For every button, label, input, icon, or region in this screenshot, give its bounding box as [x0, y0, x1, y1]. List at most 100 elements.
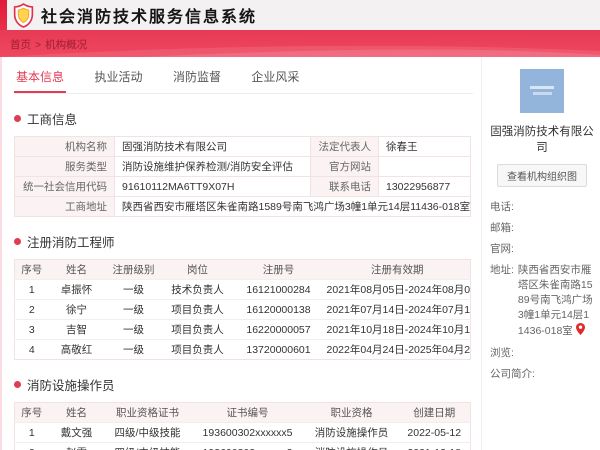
tab-bar: 基本信息 执业活动 消防监督 企业风采 — [14, 57, 473, 94]
field-value-address: 陕西省西安市雁塔区朱雀南路1589号南飞鸿广场3幢1单元14层11436-018… — [114, 196, 471, 217]
table-row: 服务类型 消防设施维护保养检测/消防安全评估 官方网站 — [14, 156, 471, 177]
section-title-text: 注册消防工程师 — [27, 236, 115, 250]
column-header: 证书编号 — [190, 402, 305, 423]
table-row: 统一社会信用代码 91610112MA6TT9X07H 联系电话 1302295… — [14, 176, 471, 197]
column-header: 职业资格 — [304, 402, 399, 423]
company-profile-field: 公司简介: — [490, 367, 594, 382]
tab-basic-info[interactable]: 基本信息 — [14, 66, 67, 93]
column-header: 注册有效期 — [324, 259, 471, 280]
table-cell: 16120000138 — [232, 299, 325, 320]
section-title-text: 消防设施操作员 — [27, 379, 115, 393]
table-row: 1 卓振怀 一级 技术负责人 16121000284 2021年08月05日-2… — [14, 279, 471, 300]
contact-fields: 电话: 邮箱: 官网: 地址: 陕西省西安市雁塔区朱雀南路1589号南飞鸿广场3… — [490, 200, 594, 382]
table-cell: 16220000057 — [232, 319, 325, 340]
views-field: 浏览: — [490, 346, 594, 361]
tab-practice-activities[interactable]: 执业活动 — [92, 66, 144, 91]
address-text: 陕西省西安市雁塔区朱雀南路1589号南飞鸿广场3幢1单元14层11436-018… — [122, 201, 471, 213]
table-cell: 高敬红 — [48, 339, 105, 360]
table-cell: 4 — [14, 339, 49, 360]
field-label: 统一社会信用代码 — [14, 176, 115, 197]
field-value: 陕西省西安市雁塔区朱雀南路1589号南飞鸿广场3幢1单元14层11436-018… — [518, 263, 594, 340]
table-row: 机构名称 固强消防技术有限公司 法定代表人 徐春王 — [14, 136, 471, 157]
app-header: 社会消防技术服务信息系统 — [0, 0, 600, 30]
table-cell: 1 — [14, 422, 49, 443]
breadcrumb-current: 机构概况 — [45, 39, 88, 51]
table-header-row: 序号 姓名 注册级别 岗位 注册号 注册有效期 — [14, 259, 471, 280]
location-pin-icon[interactable] — [575, 323, 585, 340]
table-cell: 一级 — [104, 339, 163, 360]
column-header: 职业资格证书 — [104, 402, 191, 423]
field-label: 浏览: — [490, 347, 514, 359]
tab-fire-supervision[interactable]: 消防监督 — [171, 66, 223, 91]
main-panel: 基本信息 执业活动 消防监督 企业风采 工商信息 机构名称 固强消防技术有限公司… — [2, 57, 481, 450]
table-cell: 四级/中级技能 — [104, 442, 191, 450]
table-cell: 赵霞 — [48, 442, 105, 450]
content-area: 基本信息 执业活动 消防监督 企业风采 工商信息 机构名称 固强消防技术有限公司… — [0, 57, 600, 450]
field-label: 机构名称 — [14, 136, 115, 157]
website-field: 官网: — [490, 242, 594, 257]
bullet-icon — [14, 381, 21, 388]
breadcrumb-home-link[interactable]: 首页 — [10, 39, 31, 51]
table-row: 1 戴文强 四级/中级技能 193600302xxxxxx5 消防设施操作员 2… — [14, 422, 471, 443]
field-label: 公司简介: — [490, 368, 535, 380]
table-cell: 一级 — [104, 299, 163, 320]
company-name: 固强消防技术有限公司 — [490, 126, 594, 154]
page: 社会消防技术服务信息系统 首页 > 机构概况 基本信息 执业活动 消防监督 企业风采… — [0, 0, 600, 450]
table-cell: 13720000601 — [232, 339, 325, 360]
column-header: 姓名 — [48, 402, 105, 423]
field-value: 固强消防技术有限公司 — [114, 136, 311, 157]
table-cell: 戴文强 — [48, 422, 105, 443]
table-cell: 193600302xxxxxx3 — [190, 442, 305, 450]
table-cell: 2021-12-18 — [398, 442, 471, 450]
field-label: 法定代表人 — [310, 136, 379, 157]
table-cell: 四级/中级技能 — [104, 422, 191, 443]
column-header: 创建日期 — [398, 402, 471, 423]
table-cell: 2021年08月05日-2024年08月05日 — [324, 279, 471, 300]
table-row: 2 徐宁 一级 项目负责人 16120000138 2021年07月14日-20… — [14, 299, 471, 320]
phone-field: 电话: — [490, 200, 594, 215]
tab-company-showcase[interactable]: 企业风采 — [249, 66, 301, 91]
engineers-section-title: 注册消防工程师 — [14, 232, 473, 251]
company-sidebar: 固强消防技术有限公司 查看机构组织图 电话: 邮箱: 官网: 地址: 陕西省西安… — [481, 57, 600, 450]
table-cell: 一级 — [104, 279, 163, 300]
field-value: 13022956877 — [378, 176, 471, 197]
table-cell: 16121000284 — [232, 279, 325, 300]
table-cell: 一级 — [104, 319, 163, 340]
table-cell: 消防设施操作员 — [304, 422, 399, 443]
field-label: 工商地址 — [14, 196, 115, 217]
view-org-chart-button[interactable]: 查看机构组织图 — [497, 164, 587, 187]
column-header: 岗位 — [162, 259, 233, 280]
table-cell: 193600302xxxxxx5 — [190, 422, 305, 443]
email-field: 邮箱: — [490, 221, 594, 236]
table-cell: 项目负责人 — [162, 299, 233, 320]
field-label: 官网: — [490, 243, 514, 255]
wave-decoration — [0, 45, 600, 57]
address-field: 地址: 陕西省西安市雁塔区朱雀南路1589号南飞鸿广场3幢1单元14层11436… — [490, 263, 594, 340]
table-cell: 项目负责人 — [162, 339, 233, 360]
table-cell: 徐宁 — [48, 299, 105, 320]
field-value: 消防设施维护保养检测/消防安全评估 — [114, 156, 311, 177]
column-header: 注册号 — [232, 259, 325, 280]
bullet-icon — [14, 238, 21, 245]
field-label: 电话: — [490, 201, 514, 213]
table-cell: 项目负责人 — [162, 319, 233, 340]
table-row: 工商地址 陕西省西安市雁塔区朱雀南路1589号南飞鸿广场3幢1单元14层1143… — [14, 196, 471, 217]
field-label: 邮箱: — [490, 222, 514, 234]
table-cell: 卓振怀 — [48, 279, 105, 300]
table-cell: 技术负责人 — [162, 279, 233, 300]
breadcrumb: 首页 > 机构概况 — [10, 37, 87, 52]
column-header: 姓名 — [48, 259, 105, 280]
table-cell: 2022年04月24日-2025年04月24日 — [324, 339, 471, 360]
field-label: 服务类型 — [14, 156, 115, 177]
table-cell: 2021年07月14日-2024年07月14日 — [324, 299, 471, 320]
table-cell: 消防设施操作员 — [304, 442, 399, 450]
operators-section-title: 消防设施操作员 — [14, 375, 473, 394]
header-accent-strip — [0, 0, 7, 30]
table-row: 2 赵霞 四级/中级技能 193600302xxxxxx3 消防设施操作员 20… — [14, 442, 471, 450]
bullet-icon — [14, 115, 21, 122]
table-header-row: 序号 姓名 职业资格证书 证书编号 职业资格 创建日期 — [14, 402, 471, 423]
shield-logo-icon — [13, 2, 34, 28]
column-header: 序号 — [14, 259, 49, 280]
table-cell: 3 — [14, 319, 49, 340]
field-value: 徐春王 — [378, 136, 471, 157]
